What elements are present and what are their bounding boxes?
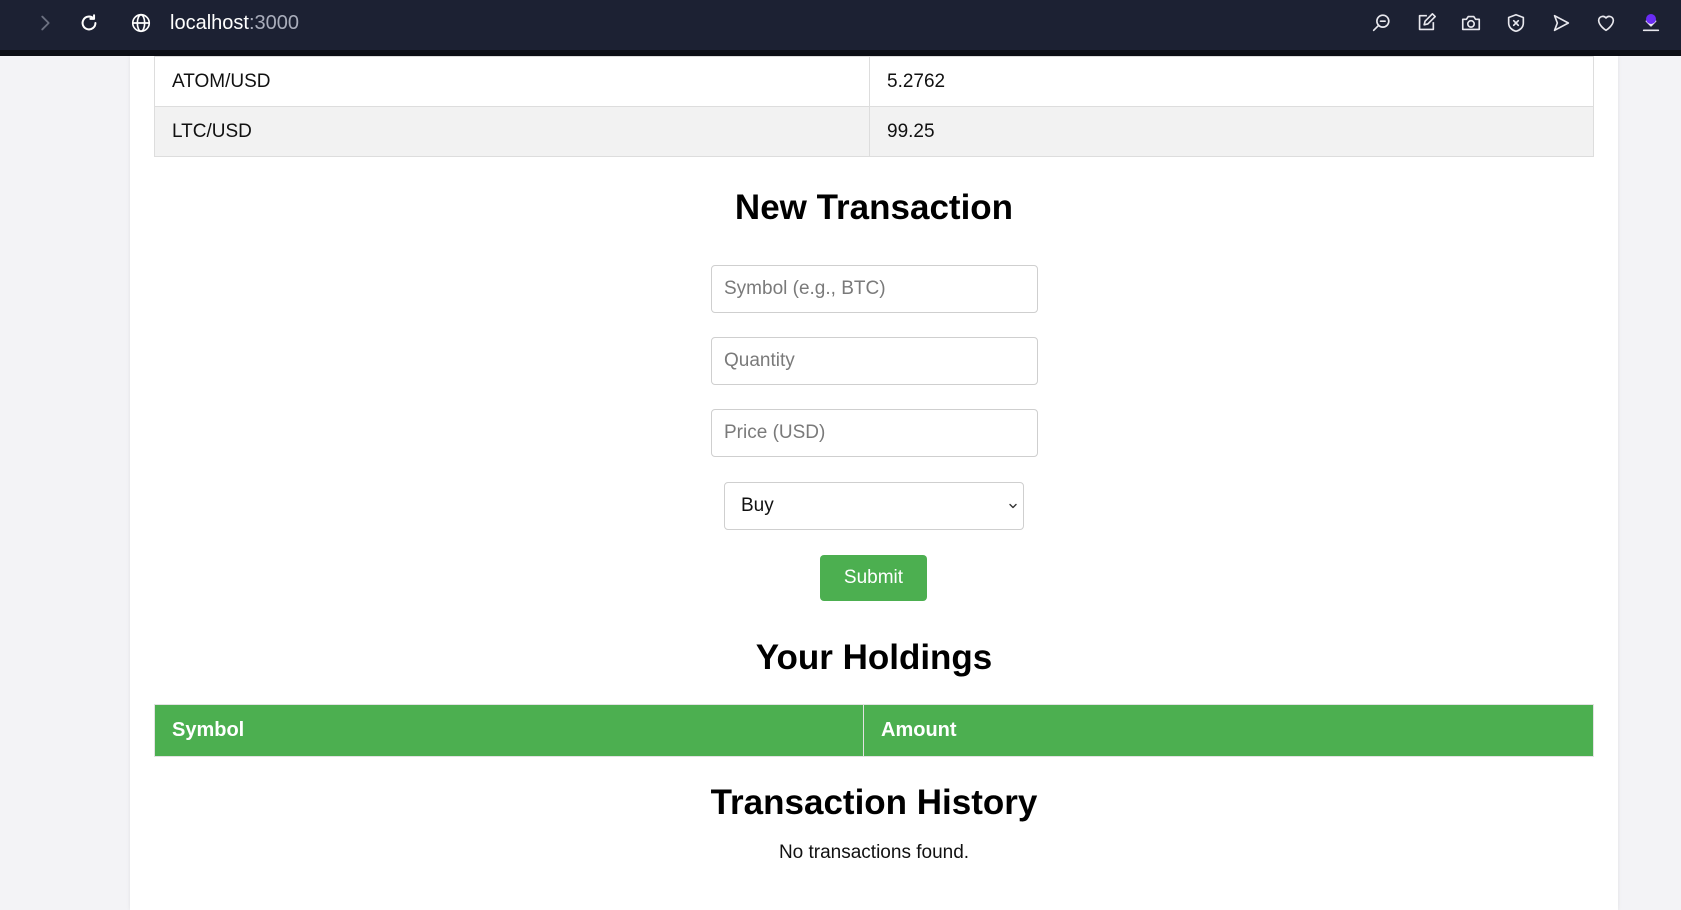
pair-cell: ATOM/USD (154, 56, 870, 107)
column-header-symbol: Symbol (154, 704, 864, 757)
holdings-title: Your Holdings (755, 638, 993, 677)
table-header-row: Symbol Amount (154, 704, 1594, 757)
new-transaction-title: New Transaction (734, 188, 1014, 227)
page-content: ATOM/USD 5.2762 LTC/USD 99.25 New Transa… (130, 56, 1618, 910)
url-port: :3000 (248, 12, 299, 34)
quantity-input[interactable] (711, 337, 1038, 385)
reload-icon[interactable] (76, 10, 102, 36)
download-badge (1646, 14, 1656, 24)
download-icon[interactable] (1638, 10, 1664, 36)
price-input[interactable] (711, 409, 1038, 457)
edit-icon[interactable] (1413, 10, 1439, 36)
select-value: Buy (741, 495, 774, 516)
history-title: Transaction History (710, 783, 1038, 822)
price-cell: 99.25 (869, 106, 1594, 157)
send-icon[interactable] (1548, 10, 1574, 36)
holdings-table: Symbol Amount (154, 704, 1594, 757)
price-cell: 5.2762 (869, 56, 1594, 107)
url-host: localhost (170, 12, 249, 34)
table-row: ATOM/USD 5.2762 (154, 56, 1594, 107)
browser-toolbar: localhost:3000 (0, 0, 1681, 56)
symbol-input[interactable] (711, 265, 1038, 313)
table-row: LTC/USD 99.25 (154, 106, 1594, 157)
pair-cell: LTC/USD (154, 106, 870, 157)
chevron-down-icon (1009, 503, 1017, 509)
column-header-amount: Amount (863, 704, 1594, 757)
empty-history-message: No transactions found. (778, 842, 970, 863)
shield-icon[interactable] (1503, 10, 1529, 36)
address-bar[interactable]: localhost:3000 (170, 10, 299, 36)
globe-icon[interactable] (128, 10, 154, 36)
submit-button[interactable]: Submit (820, 555, 927, 601)
camera-icon[interactable] (1458, 10, 1484, 36)
forward-icon[interactable] (32, 10, 58, 36)
heart-icon[interactable] (1593, 10, 1619, 36)
transaction-type-select[interactable]: Buy (724, 482, 1024, 530)
prices-table: ATOM/USD 5.2762 LTC/USD 99.25 (154, 56, 1594, 157)
zoom-icon[interactable] (1368, 10, 1394, 36)
